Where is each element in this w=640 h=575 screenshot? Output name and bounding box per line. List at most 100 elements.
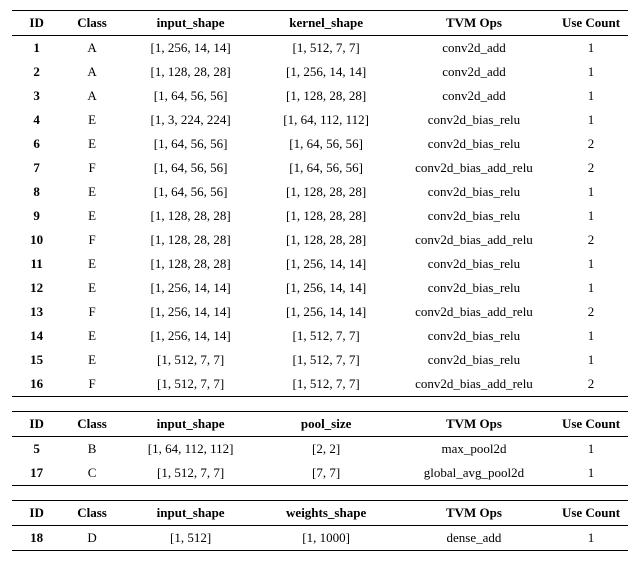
cell-class: F <box>61 156 123 180</box>
cell-use-count: 1 <box>554 348 628 372</box>
header-misc: kernel_shape <box>258 11 394 36</box>
cell-use-count: 1 <box>554 276 628 300</box>
cell-class: E <box>61 276 123 300</box>
cell-misc: [1, 256, 14, 14] <box>258 276 394 300</box>
table-row: 2A[1, 128, 28, 28][1, 256, 14, 14]conv2d… <box>12 60 628 84</box>
cell-misc: [1, 128, 28, 28] <box>258 204 394 228</box>
cell-id: 16 <box>12 372 61 397</box>
cell-id: 15 <box>12 348 61 372</box>
cell-misc: [1, 256, 14, 14] <box>258 252 394 276</box>
header-input-shape: input_shape <box>123 501 259 526</box>
header-class: Class <box>61 501 123 526</box>
data-table: IDClassinput_shapepool_sizeTVM OpsUse Co… <box>12 411 628 486</box>
tables-root: IDClassinput_shapekernel_shapeTVM OpsUse… <box>12 10 628 551</box>
cell-use-count: 2 <box>554 228 628 252</box>
table-row: 8E[1, 64, 56, 56][1, 128, 28, 28]conv2d_… <box>12 180 628 204</box>
cell-use-count: 1 <box>554 252 628 276</box>
header-class: Class <box>61 412 123 437</box>
cell-class: F <box>61 228 123 252</box>
cell-misc: [1, 128, 28, 28] <box>258 228 394 252</box>
cell-class: A <box>61 36 123 61</box>
cell-class: F <box>61 300 123 324</box>
table-row: 16F[1, 512, 7, 7][1, 512, 7, 7]conv2d_bi… <box>12 372 628 397</box>
cell-ops: conv2d_bias_relu <box>394 108 554 132</box>
cell-class: A <box>61 60 123 84</box>
cell-ops: conv2d_bias_add_relu <box>394 228 554 252</box>
cell-input-shape: [1, 64, 56, 56] <box>123 180 259 204</box>
cell-input-shape: [1, 3, 224, 224] <box>123 108 259 132</box>
header-misc: weights_shape <box>258 501 394 526</box>
data-table: IDClassinput_shapeweights_shapeTVM OpsUs… <box>12 500 628 551</box>
cell-use-count: 1 <box>554 60 628 84</box>
header-ops: TVM Ops <box>394 501 554 526</box>
cell-misc: [1, 512, 7, 7] <box>258 324 394 348</box>
cell-ops: conv2d_add <box>394 84 554 108</box>
header-use-count: Use Count <box>554 11 628 36</box>
cell-input-shape: [1, 256, 14, 14] <box>123 324 259 348</box>
cell-use-count: 2 <box>554 156 628 180</box>
table-row: 3A[1, 64, 56, 56][1, 128, 28, 28]conv2d_… <box>12 84 628 108</box>
cell-ops: conv2d_bias_relu <box>394 348 554 372</box>
cell-id: 17 <box>12 461 61 486</box>
table-row: 5B[1, 64, 112, 112][2, 2]max_pool2d1 <box>12 437 628 462</box>
table-row: 14E[1, 256, 14, 14][1, 512, 7, 7]conv2d_… <box>12 324 628 348</box>
cell-class: E <box>61 108 123 132</box>
cell-input-shape: [1, 64, 56, 56] <box>123 156 259 180</box>
cell-id: 2 <box>12 60 61 84</box>
table-row: 9E[1, 128, 28, 28][1, 128, 28, 28]conv2d… <box>12 204 628 228</box>
cell-id: 6 <box>12 132 61 156</box>
header-id: ID <box>12 11 61 36</box>
cell-class: E <box>61 348 123 372</box>
cell-use-count: 1 <box>554 36 628 61</box>
cell-input-shape: [1, 512, 7, 7] <box>123 348 259 372</box>
cell-ops: conv2d_add <box>394 60 554 84</box>
cell-class: E <box>61 324 123 348</box>
cell-class: D <box>61 526 123 551</box>
cell-input-shape: [1, 128, 28, 28] <box>123 60 259 84</box>
cell-misc: [2, 2] <box>258 437 394 462</box>
header-row: IDClassinput_shapepool_sizeTVM OpsUse Co… <box>12 412 628 437</box>
header-ops: TVM Ops <box>394 412 554 437</box>
cell-use-count: 1 <box>554 84 628 108</box>
cell-ops: conv2d_bias_relu <box>394 132 554 156</box>
cell-input-shape: [1, 64, 56, 56] <box>123 84 259 108</box>
cell-class: C <box>61 461 123 486</box>
table-row: 17C[1, 512, 7, 7][7, 7]global_avg_pool2d… <box>12 461 628 486</box>
cell-input-shape: [1, 512] <box>123 526 259 551</box>
header-ops: TVM Ops <box>394 11 554 36</box>
table-row: 15E[1, 512, 7, 7][1, 512, 7, 7]conv2d_bi… <box>12 348 628 372</box>
header-class: Class <box>61 11 123 36</box>
cell-ops: conv2d_bias_add_relu <box>394 300 554 324</box>
cell-input-shape: [1, 256, 14, 14] <box>123 300 259 324</box>
table-1: IDClassinput_shapekernel_shapeTVM OpsUse… <box>12 10 628 397</box>
cell-input-shape: [1, 512, 7, 7] <box>123 372 259 397</box>
cell-id: 3 <box>12 84 61 108</box>
cell-misc: [1, 512, 7, 7] <box>258 36 394 61</box>
cell-input-shape: [1, 64, 56, 56] <box>123 132 259 156</box>
cell-input-shape: [1, 64, 112, 112] <box>123 437 259 462</box>
cell-ops: conv2d_bias_relu <box>394 252 554 276</box>
cell-ops: max_pool2d <box>394 437 554 462</box>
cell-id: 11 <box>12 252 61 276</box>
cell-input-shape: [1, 128, 28, 28] <box>123 252 259 276</box>
table-row: 4E[1, 3, 224, 224][1, 64, 112, 112]conv2… <box>12 108 628 132</box>
cell-use-count: 2 <box>554 300 628 324</box>
cell-ops: conv2d_bias_relu <box>394 204 554 228</box>
cell-class: F <box>61 372 123 397</box>
cell-use-count: 1 <box>554 324 628 348</box>
cell-misc: [1, 512, 7, 7] <box>258 372 394 397</box>
table-row: 13F[1, 256, 14, 14][1, 256, 14, 14]conv2… <box>12 300 628 324</box>
cell-use-count: 2 <box>554 372 628 397</box>
table-2: IDClassinput_shapepool_sizeTVM OpsUse Co… <box>12 411 628 486</box>
cell-use-count: 1 <box>554 180 628 204</box>
cell-misc: [1, 64, 112, 112] <box>258 108 394 132</box>
cell-ops: conv2d_bias_relu <box>394 324 554 348</box>
cell-id: 7 <box>12 156 61 180</box>
header-id: ID <box>12 501 61 526</box>
header-input-shape: input_shape <box>123 11 259 36</box>
cell-ops: global_avg_pool2d <box>394 461 554 486</box>
header-id: ID <box>12 412 61 437</box>
cell-id: 10 <box>12 228 61 252</box>
cell-use-count: 1 <box>554 204 628 228</box>
cell-id: 12 <box>12 276 61 300</box>
